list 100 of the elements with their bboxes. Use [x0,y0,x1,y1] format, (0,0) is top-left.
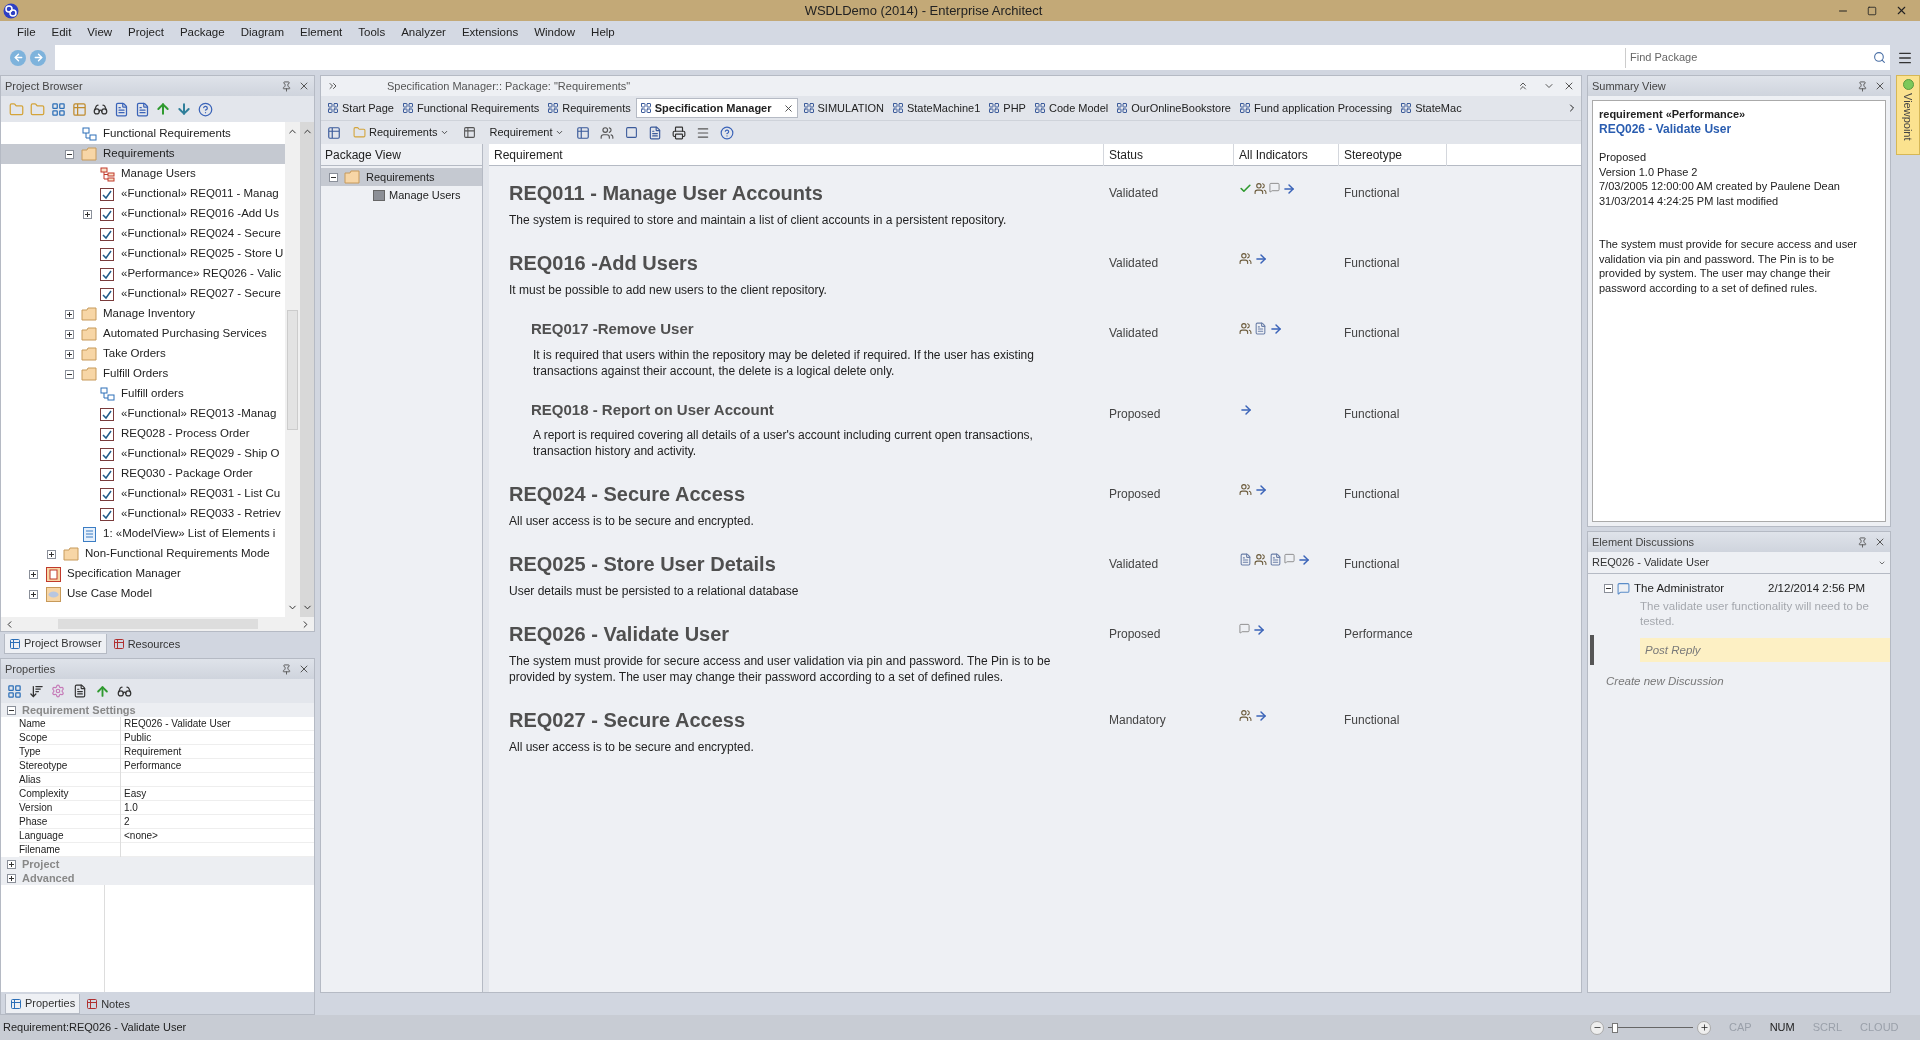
tree-item[interactable]: Fulfill orders [1,384,285,404]
tree-item[interactable]: Manage Inventory [1,304,285,324]
requirement-title[interactable]: REQ016 -Add Users [509,248,1084,278]
property-value[interactable]: Requirement [121,745,314,759]
column-header[interactable]: All Indicators [1234,144,1339,166]
close-icon[interactable] [1563,80,1575,92]
pin-icon[interactable] [1857,80,1868,92]
pin-icon[interactable] [281,663,292,675]
property-value[interactable]: REQ026 - Validate User [121,717,314,731]
menu-item[interactable]: Project [121,24,171,42]
close-icon[interactable] [1874,536,1886,548]
property-value[interactable]: Performance [121,759,314,773]
zoom-slider[interactable] [1608,1020,1693,1035]
requirement-title[interactable]: REQ027 - Secure Access [509,705,1084,735]
find-package-field[interactable]: Find Package [1630,49,1873,66]
print-icon[interactable] [672,125,687,140]
package-dropdown[interactable]: Requirements [349,124,454,141]
document-icon[interactable] [73,684,87,698]
tree-item[interactable]: Requirements [321,168,482,186]
property-value[interactable]: Easy [121,787,314,801]
requirement-title[interactable]: REQ025 - Store User Details [509,549,1084,579]
categorized-icon[interactable] [6,683,22,699]
document-tab[interactable]: PHP [985,98,1029,118]
panel-tab[interactable]: Properties [5,994,81,1014]
tree-item[interactable]: Functional Requirements [1,124,285,144]
search-icon[interactable] [1873,51,1886,64]
tree-item[interactable]: Automated Purchasing Services [1,324,285,344]
collapse-toggle-icon[interactable] [7,705,16,715]
sort-icon[interactable] [28,683,44,699]
tree-item[interactable]: «Functional» REQ011 - Manag [1,184,285,204]
expand-toggle-icon[interactable] [29,589,38,599]
menu-item[interactable]: Analyzer [394,24,453,42]
zoom-in-icon[interactable] [1697,1020,1711,1035]
collapse-toggle-icon[interactable] [65,149,74,159]
expand-toggle-icon[interactable] [83,209,92,219]
tree-item[interactable]: Non-Functional Requirements Mode [1,544,285,564]
zoom-slider-thumb[interactable] [1612,1022,1619,1033]
type-dropdown[interactable]: Requirement [459,124,569,141]
document-tab[interactable]: OurOnlineBookstore [1113,98,1234,118]
requirement-title[interactable]: REQ011 - Manage User Accounts [509,178,1084,208]
column-header[interactable]: Requirement [489,144,1104,166]
menu-item[interactable]: File [10,24,43,42]
tree-item[interactable]: Specification Manager [1,564,285,584]
column-header[interactable]: Stereotype [1339,144,1447,166]
document-tab[interactable]: StateMac [1397,98,1465,118]
menu-item[interactable]: Package [172,24,232,42]
tree-item[interactable]: Manage Users [321,186,482,204]
panel-tab[interactable]: Resources [108,634,185,654]
document-icon[interactable] [134,101,150,117]
zoom-out-icon[interactable] [1590,1020,1604,1035]
panel-tab[interactable]: Project Browser [4,634,107,654]
menu-item[interactable]: Tools [351,24,393,42]
viewpoint-tab[interactable]: Viewpoint [1896,75,1920,155]
scrollbar[interactable] [285,122,300,617]
collapse-icon[interactable] [1517,80,1529,92]
tree-item[interactable]: «Functional» REQ025 - Store U [1,244,285,264]
property-value[interactable]: 1.0 [121,801,314,815]
list-icon[interactable] [696,125,711,140]
document-tab[interactable]: Specification Manager [635,98,798,118]
horizontal-scrollbar[interactable] [1,617,314,631]
tree-item[interactable]: Requirements [1,144,285,164]
menu-item[interactable]: View [80,24,120,42]
pin-icon[interactable] [1857,536,1868,548]
document-tab[interactable]: Requirements [544,98,634,118]
requirement-title[interactable]: REQ018 - Report on User Account [531,398,1084,421]
collapse-toggle-icon[interactable] [65,369,74,379]
collapse-toggle-icon[interactable] [329,172,338,182]
tree-item[interactable]: «Functional» REQ016 -Add Us [1,204,285,224]
tree-item[interactable]: «Functional» REQ029 - Ship O [1,444,285,464]
copy-icon[interactable] [624,126,638,139]
table-icon[interactable] [576,125,591,140]
tree-item[interactable]: Fulfill Orders [1,364,285,384]
menu-item[interactable]: Help [584,24,622,42]
summary-name[interactable]: REQ026 - Validate User [1599,121,1879,136]
panel-tab[interactable]: Notes [82,994,134,1014]
document-tab[interactable]: Start Page [324,98,397,118]
document-tab[interactable]: SIMULATION [799,98,887,118]
expand-toggle-icon[interactable] [65,329,74,339]
tree-item[interactable]: Use Case Model [1,584,285,604]
menu-item[interactable]: Diagram [233,24,292,42]
grid-icon[interactable] [50,101,66,117]
menu-item[interactable]: Extensions [454,24,526,42]
requirement-title[interactable]: REQ017 -Remove User [531,318,1084,341]
table-icon[interactable] [71,101,87,117]
tree-item[interactable]: «Functional» REQ027 - Secure [1,284,285,304]
document-icon[interactable] [113,101,129,117]
help-icon[interactable] [197,101,213,117]
arrow-up-icon[interactable] [155,101,171,117]
create-discussion-link[interactable]: Create new Discussion [1606,673,1724,691]
document-tab[interactable]: Code Model [1030,98,1112,118]
users-icon[interactable] [600,125,615,140]
tree-item[interactable]: «Functional» REQ031 - List Cu [1,484,285,504]
scrollbar-thumb[interactable] [287,309,298,430]
requirement-title[interactable]: REQ024 - Secure Access [509,479,1084,509]
close-icon[interactable] [298,663,310,675]
arrow-down-icon[interactable] [176,101,192,117]
menu-item[interactable]: Edit [44,24,79,42]
element-dropdown[interactable]: REQ026 - Validate User [1588,552,1890,574]
property-value[interactable]: 2 [121,815,314,829]
close-icon[interactable] [1874,80,1886,92]
